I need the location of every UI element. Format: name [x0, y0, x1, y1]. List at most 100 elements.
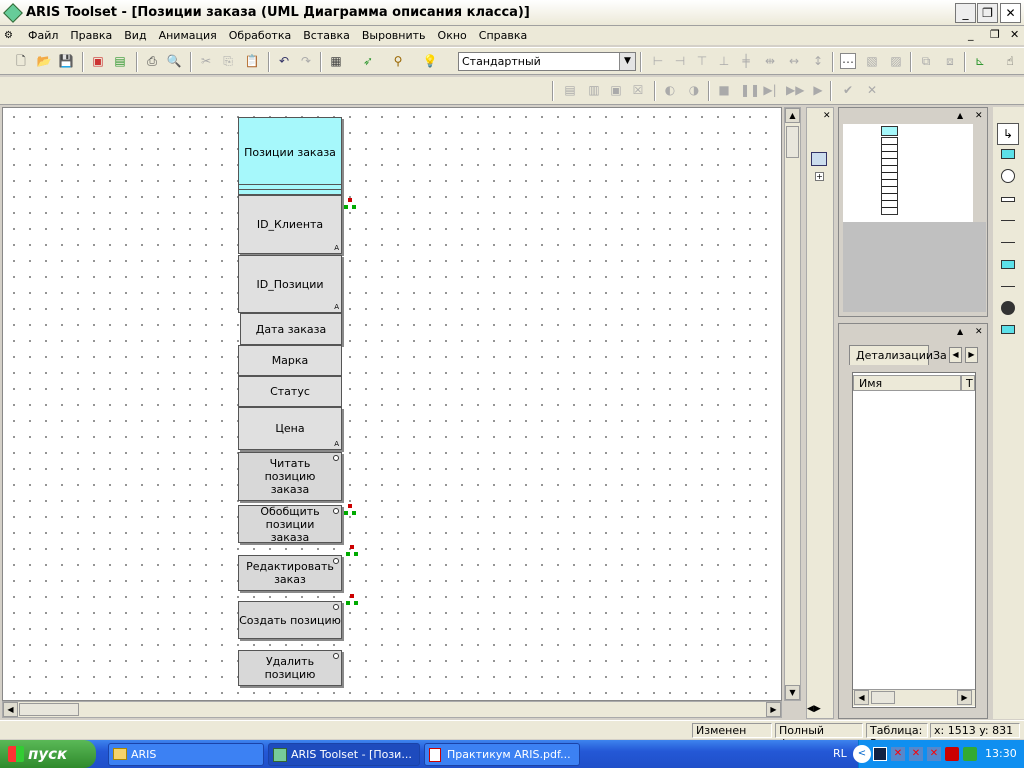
- menu-window[interactable]: Окно: [432, 29, 473, 42]
- menu-process[interactable]: Обработка: [223, 29, 297, 42]
- column-header-type[interactable]: Т: [961, 375, 975, 391]
- close-icon[interactable]: ✕: [975, 111, 983, 121]
- line-symbol-icon[interactable]: [1001, 242, 1015, 243]
- undo-icon[interactable]: ↶: [276, 53, 292, 69]
- scroll-left-icon[interactable]: ◀▶: [807, 704, 821, 714]
- open-icon[interactable]: 📂: [36, 53, 52, 69]
- tab-prev-icon[interactable]: ◀: [949, 347, 962, 363]
- close-icon[interactable]: ✕: [975, 327, 983, 337]
- find-icon[interactable]: ⚲: [390, 53, 406, 69]
- horizontal-scrollbar[interactable]: ◀ ▶: [853, 689, 975, 706]
- scroll-thumb[interactable]: [19, 703, 79, 716]
- assign-icon[interactable]: ➶: [360, 53, 376, 69]
- ungroup-icon[interactable]: ⧈: [942, 53, 958, 69]
- save-icon[interactable]: 💾: [58, 53, 74, 69]
- tray-arrow-icon[interactable]: <: [853, 745, 871, 763]
- play-icon[interactable]: ▶: [810, 82, 826, 98]
- scroll-up-icon[interactable]: ▲: [785, 108, 800, 123]
- doc-icon[interactable]: ⚙: [4, 30, 18, 42]
- menu-animation[interactable]: Анимация: [153, 29, 223, 42]
- operation-box[interactable]: Создать позицию: [238, 601, 342, 639]
- attribute-box[interactable]: Марка: [238, 345, 342, 376]
- align-middle-icon[interactable]: ╪: [738, 53, 754, 69]
- grid-icon[interactable]: ⋯: [840, 53, 856, 69]
- task-pdf[interactable]: Практикум ARIS.pdf...: [424, 743, 580, 766]
- tab-next[interactable]: За: [931, 347, 949, 365]
- diagram-canvas[interactable]: [2, 107, 782, 701]
- attribute-symbol-icon[interactable]: [1001, 197, 1015, 202]
- details-list[interactable]: Имя Т ◀ ▶: [852, 372, 976, 708]
- align-bottom-icon[interactable]: ⊥: [716, 53, 732, 69]
- vertical-scrollbar[interactable]: ▲ ▼: [784, 107, 801, 701]
- properties-icon[interactable]: ▦: [328, 53, 344, 69]
- antivirus-icon[interactable]: [945, 747, 959, 761]
- cancel-icon[interactable]: ✕: [864, 82, 880, 98]
- anim-save-icon[interactable]: ▣: [608, 82, 624, 98]
- lightbulb-icon[interactable]: 💡: [422, 53, 438, 69]
- overview-map[interactable]: [843, 124, 973, 222]
- network-disconnected-icon[interactable]: ✕: [891, 747, 905, 761]
- attribute-box[interactable]: Статус: [238, 376, 342, 407]
- operation-box[interactable]: Обобщить позиции заказа: [238, 505, 342, 544]
- anim-tool1-icon[interactable]: ◐: [662, 82, 678, 98]
- class-box[interactable]: Позиции заказа: [238, 117, 342, 195]
- operation-box[interactable]: Удалить позицию: [238, 650, 342, 686]
- tab-details[interactable]: Детализации: [849, 345, 933, 365]
- operation-box[interactable]: Читать позицию заказа: [238, 452, 342, 501]
- assignment-icon[interactable]: [346, 545, 358, 557]
- expand-icon[interactable]: +: [815, 172, 824, 181]
- scroll-right-icon[interactable]: ▶: [957, 690, 972, 705]
- to-back-icon[interactable]: ▧: [864, 53, 880, 69]
- menu-edit[interactable]: Правка: [64, 29, 118, 42]
- pointer-icon[interactable]: ☝: [1002, 53, 1018, 69]
- database-icon[interactable]: ▣: [90, 53, 106, 69]
- close-icon[interactable]: ✕: [1000, 3, 1021, 23]
- anim-new-icon[interactable]: ▤: [562, 82, 578, 98]
- task-aris-folder[interactable]: ARIS: [108, 743, 264, 766]
- copy-icon[interactable]: ⎘: [220, 53, 236, 69]
- layout-icon[interactable]: ⊾: [972, 53, 988, 69]
- attribute-box[interactable]: ID_Клиента A: [238, 195, 342, 254]
- clock[interactable]: 13:30: [985, 747, 1017, 760]
- attribute-box[interactable]: Дата заказа: [240, 313, 342, 345]
- menu-help[interactable]: Справка: [473, 29, 533, 42]
- doc-close-icon[interactable]: ✕: [1010, 28, 1019, 41]
- scroll-thumb[interactable]: [871, 691, 895, 704]
- tab-next-icon[interactable]: ▶: [965, 347, 978, 363]
- group-icon[interactable]: ⧉: [918, 53, 934, 69]
- redo-icon[interactable]: ↷: [298, 53, 314, 69]
- update-icon[interactable]: [963, 747, 977, 761]
- language-indicator[interactable]: RL: [833, 747, 847, 760]
- close-icon[interactable]: ✕: [823, 111, 831, 121]
- assignment-icon[interactable]: [344, 504, 356, 516]
- menu-align[interactable]: Выровнить: [356, 29, 432, 42]
- restore-icon[interactable]: ❐: [977, 3, 998, 23]
- pause-icon[interactable]: ❚❚: [740, 82, 760, 98]
- class-symbol-icon[interactable]: [1001, 149, 1015, 159]
- cut-icon[interactable]: ✂: [198, 53, 214, 69]
- menu-file[interactable]: Файл: [22, 29, 64, 42]
- menu-insert[interactable]: Вставка: [297, 29, 356, 42]
- align-center-icon[interactable]: ⊣: [672, 53, 688, 69]
- package-symbol-icon[interactable]: [1001, 325, 1015, 334]
- new-icon[interactable]: 🗋: [13, 53, 29, 69]
- stop-icon[interactable]: ■: [716, 82, 732, 98]
- connector-icon[interactable]: ↳: [997, 123, 1019, 145]
- scroll-left-icon[interactable]: ◀: [3, 702, 18, 717]
- distribute-v-icon[interactable]: ↕: [810, 53, 826, 69]
- filled-circle-icon[interactable]: [1001, 301, 1015, 315]
- distribute-h-icon[interactable]: ⇹: [762, 53, 778, 69]
- task-aris-toolset[interactable]: ARIS Toolset - [Пози...: [268, 743, 420, 766]
- pane-menu-icon[interactable]: ▲: [957, 111, 963, 120]
- circle-symbol-icon[interactable]: [1001, 169, 1015, 183]
- scroll-left-icon[interactable]: ◀: [854, 690, 869, 705]
- align-top-icon[interactable]: ⊤: [694, 53, 710, 69]
- assignment-icon[interactable]: [344, 198, 356, 210]
- line-symbol-icon[interactable]: [1001, 286, 1015, 287]
- chevron-down-icon[interactable]: ▼: [619, 53, 635, 70]
- horizontal-scrollbar[interactable]: ◀ ▶: [2, 701, 782, 718]
- fast-forward-icon[interactable]: ▶▶: [786, 82, 804, 98]
- scroll-right-icon[interactable]: ▶: [766, 702, 781, 717]
- print-preview-icon[interactable]: 🔍: [166, 53, 182, 69]
- attribute-box[interactable]: ID_Позиции A: [238, 255, 342, 313]
